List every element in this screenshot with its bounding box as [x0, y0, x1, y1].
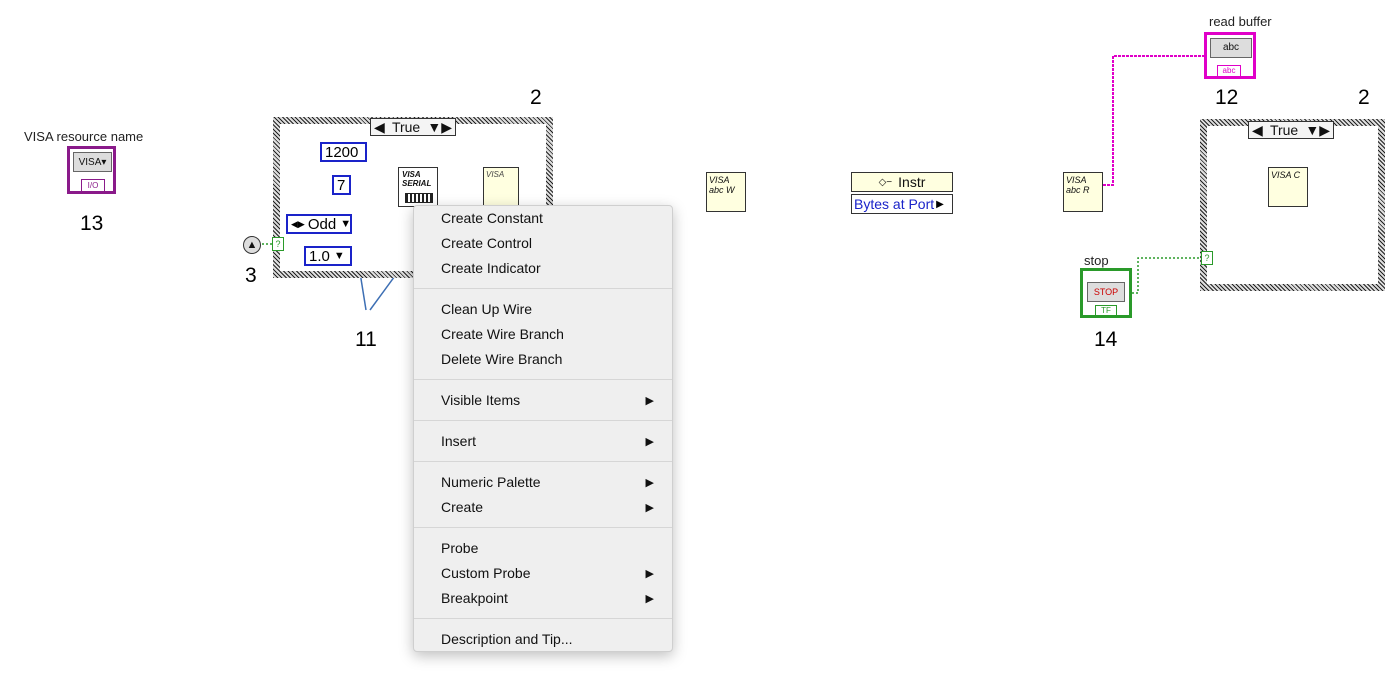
case-selector-terminal-right[interactable]: ? — [1201, 251, 1213, 265]
read-buffer-indicator[interactable]: abc abc — [1204, 32, 1256, 79]
wires-layer — [262, 55, 1206, 311]
case-selector-terminal[interactable]: ? — [272, 237, 284, 251]
menu-separator — [414, 379, 672, 380]
stop-label: stop — [1084, 253, 1109, 268]
visa-read-icon[interactable]: VISA abc R — [1063, 172, 1103, 212]
menu-item-create[interactable]: Create ▶ — [414, 495, 672, 519]
menu-item-label: Create Indicator — [441, 260, 541, 276]
menu-item-label: Probe — [441, 540, 479, 556]
visa-close-icon[interactable]: VISA C — [1268, 167, 1308, 207]
menu-item-numeric-palette[interactable]: Numeric Palette ▶ — [414, 470, 672, 494]
case-selector-left[interactable]: ◀ True ▼▶ — [370, 118, 456, 136]
menu-item-create-wire-branch[interactable]: Create Wire Branch — [414, 322, 672, 346]
menu-item-label: Numeric Palette — [441, 474, 541, 490]
annotation-3: 3 — [245, 264, 257, 287]
data-bits-constant[interactable]: 7 — [332, 175, 351, 195]
decrement-icon[interactable]: ◀ — [374, 119, 385, 136]
menu-item-visible-items[interactable]: Visible Items ▶ — [414, 388, 672, 412]
stop-button-terminal[interactable]: STOP TF — [1080, 268, 1132, 318]
parity-enum[interactable]: ◀▶ Odd ▼ — [286, 214, 352, 234]
read-buffer-label: read buffer — [1209, 14, 1272, 29]
enum-arrows-icon: ◀▶ — [291, 218, 305, 229]
visa-resource-name-terminal[interactable]: VISA ▾ I/O — [67, 146, 116, 194]
menu-item-create-indicator[interactable]: Create Indicator — [414, 256, 672, 280]
menu-item-custom-probe[interactable]: Custom Probe ▶ — [414, 561, 672, 585]
chevron-down-icon: ▼ — [333, 250, 345, 262]
annotation-13: 13 — [80, 212, 104, 235]
submenu-arrow-icon: ▶ — [645, 435, 654, 448]
wait-icon[interactable]: ▲ — [243, 236, 261, 254]
baud-rate-constant[interactable]: 1200 — [320, 142, 367, 162]
stop-bits-enum[interactable]: 1.0 ▼ — [304, 246, 352, 266]
submenu-arrow-icon: ▶ — [645, 592, 654, 605]
visa-resource-icon: VISA ▾ — [73, 152, 112, 172]
string-indicator-icon: abc — [1210, 38, 1252, 58]
chevron-down-icon: ▼ — [340, 218, 352, 230]
menu-item-label: Insert — [441, 433, 477, 449]
property-node-class[interactable]: ◇− Instr — [851, 172, 953, 192]
submenu-arrow-icon: ▶ — [645, 567, 654, 580]
submenu-arrow-icon: ▶ — [645, 476, 654, 489]
menu-item-label: Create Wire Branch — [441, 326, 564, 342]
menu-item-label: Delete Wire Branch — [441, 351, 563, 367]
decrement-icon[interactable]: ◀ — [1252, 122, 1263, 139]
menu-item-description-and-tip[interactable]: Description and Tip... — [414, 627, 672, 651]
menu-item-label: Visible Items — [441, 392, 521, 408]
wire-stop[interactable] — [1132, 257, 1201, 294]
menu-item-label: Custom Probe — [441, 565, 531, 581]
io-label: I/O — [81, 179, 105, 192]
menu-separator — [414, 461, 672, 462]
submenu-arrow-icon: ▶ — [645, 501, 654, 514]
visa-resource-name-label: VISA resource name — [24, 129, 144, 144]
menu-separator — [414, 288, 672, 289]
menu-item-label: Create — [441, 499, 484, 515]
menu-separator — [414, 618, 672, 619]
menu-item-label: Description and Tip... — [441, 631, 573, 647]
annotation-12: 12 — [1215, 86, 1239, 109]
case-selector-right[interactable]: ◀ True ▼▶ — [1248, 121, 1334, 139]
dropdown-icon[interactable]: ▼▶ — [1305, 122, 1330, 139]
visa-write-icon[interactable]: VISA abc W — [706, 172, 746, 212]
stop-button-icon: STOP — [1087, 282, 1125, 302]
context-menu: Create Constant Create Control Create Indi… — [413, 205, 673, 652]
menu-separator — [414, 527, 672, 528]
visa-configure-serial-icon[interactable]: VISA SERIAL — [398, 167, 438, 207]
menu-item-create-control[interactable]: Create Control — [414, 231, 672, 255]
menu-item-clean-up-wire[interactable]: Clean Up Wire — [414, 297, 672, 321]
menu-item-breakpoint[interactable]: Breakpoint ▶ — [414, 586, 672, 610]
annotation-2-left: 2 — [530, 86, 542, 109]
annotation-2-right: 2 — [1358, 86, 1370, 109]
menu-item-label: Create Control — [441, 235, 533, 251]
menu-item-create-constant[interactable]: Create Constant — [414, 206, 672, 230]
menu-item-label: Clean Up Wire — [441, 301, 533, 317]
menu-item-label: Breakpoint — [441, 590, 508, 606]
menu-item-label: Create Constant — [441, 210, 543, 226]
menu-separator — [414, 420, 672, 421]
annotation-14: 14 — [1094, 328, 1118, 351]
menu-item-probe[interactable]: Probe — [414, 536, 672, 560]
reference-icon: ◇− — [878, 176, 893, 188]
case-selector-value: True — [391, 119, 421, 135]
menu-item-delete-wire-branch[interactable]: Delete Wire Branch — [414, 347, 672, 371]
submenu-arrow-icon: ▶ — [645, 394, 654, 407]
property-node-bytes-at-port[interactable]: Bytes at Port ▶ — [851, 194, 953, 214]
menu-item-insert[interactable]: Insert ▶ — [414, 429, 672, 453]
wire-read-buffer[interactable] — [1103, 55, 1206, 186]
visa-open-icon[interactable]: VISA — [483, 167, 519, 207]
dropdown-icon[interactable]: ▼▶ — [427, 119, 452, 136]
annotation-11: 11 — [355, 328, 377, 351]
